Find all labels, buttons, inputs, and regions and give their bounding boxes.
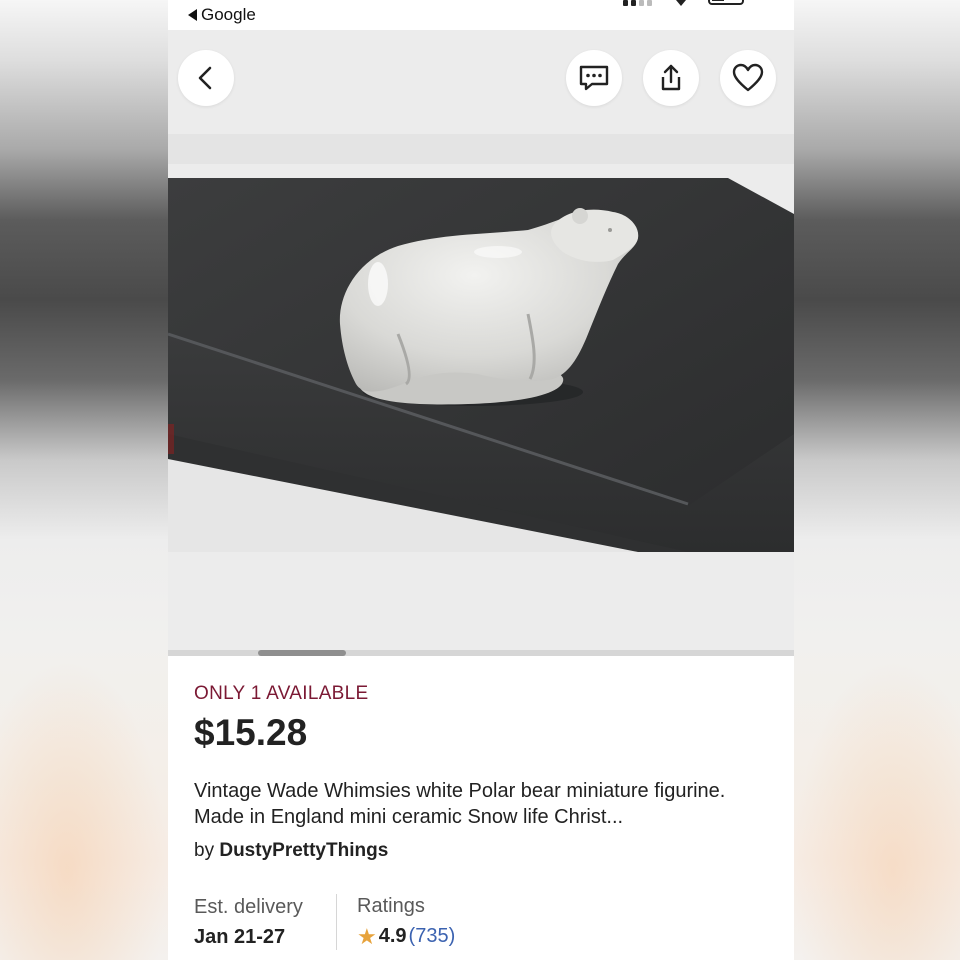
favorite-button[interactable] bbox=[720, 50, 776, 106]
message-seller-button[interactable] bbox=[566, 50, 622, 106]
gallery-scroll-thumb bbox=[258, 650, 346, 656]
image-gallery[interactable] bbox=[168, 30, 794, 656]
back-to-app-label: Google bbox=[201, 5, 256, 24]
signal-icon bbox=[623, 0, 653, 6]
delivery-label: Est. delivery bbox=[194, 896, 303, 918]
backdrop-glow-right bbox=[792, 660, 960, 960]
battery-icon bbox=[708, 0, 744, 5]
polar-bear-figurine-image bbox=[168, 134, 794, 552]
ratings-summary[interactable]: ★ 4.9 (735) bbox=[357, 925, 455, 948]
rating-count-link[interactable]: (735) bbox=[409, 925, 456, 948]
rating-score: 4.9 bbox=[378, 925, 407, 947]
ratings-label: Ratings bbox=[357, 895, 425, 917]
delivery-value: Jan 21-27 bbox=[194, 926, 286, 948]
message-icon bbox=[579, 65, 609, 91]
seller-name-link[interactable]: DustyPrettyThings bbox=[219, 840, 388, 861]
heart-icon bbox=[732, 63, 764, 92]
share-icon bbox=[661, 64, 681, 91]
product-photo[interactable] bbox=[168, 134, 794, 552]
backdrop-glow-left bbox=[0, 660, 168, 960]
gallery-scroll-indicator bbox=[168, 650, 794, 656]
availability-badge: ONLY 1 AVAILABLE bbox=[194, 683, 369, 704]
listing-title[interactable]: Vintage Wade Whimsies white Polar bear m… bbox=[194, 778, 774, 830]
back-caret-icon bbox=[188, 9, 197, 21]
status-bar: Google bbox=[168, 0, 794, 30]
wifi-icon bbox=[676, 0, 686, 6]
info-divider bbox=[336, 894, 337, 950]
phone-screen: Google ONLY 1 AVAILABLE $15.28 Vintage W… bbox=[168, 0, 794, 960]
back-to-app-link[interactable]: Google bbox=[188, 5, 256, 25]
price: $15.28 bbox=[194, 712, 308, 753]
share-button[interactable] bbox=[643, 50, 699, 106]
seller-line: by DustyPrettyThings bbox=[194, 840, 388, 862]
chevron-left-icon bbox=[198, 66, 212, 90]
seller-prefix: by bbox=[194, 840, 215, 861]
star-icon: ★ bbox=[357, 923, 377, 949]
back-button[interactable] bbox=[178, 50, 234, 106]
